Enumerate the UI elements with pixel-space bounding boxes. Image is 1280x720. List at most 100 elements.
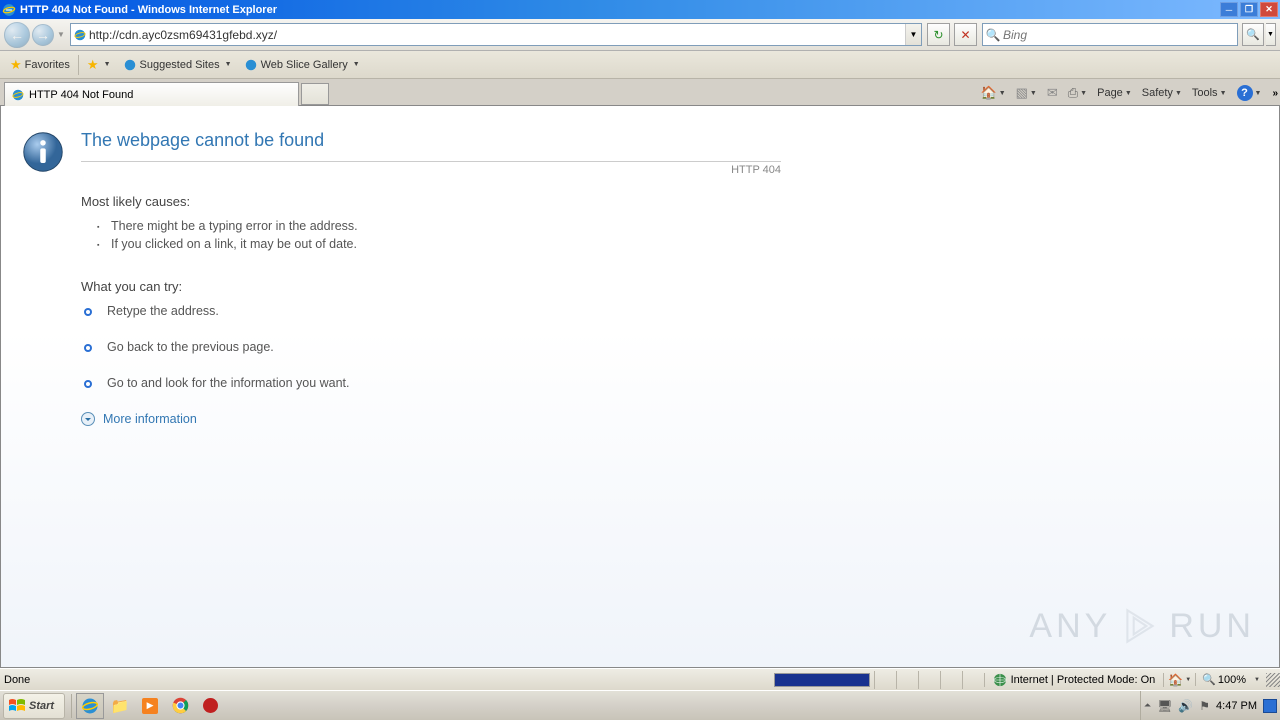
taskbar-app-button[interactable] [196, 693, 224, 719]
page-label: Page [1097, 87, 1123, 99]
address-input[interactable] [89, 28, 905, 42]
error-code: HTTP 404 [81, 164, 781, 176]
start-label: Start [29, 700, 54, 712]
chevron-down-icon: ▼ [353, 61, 360, 68]
play-icon [1119, 605, 1161, 647]
safety-label: Safety [1142, 87, 1173, 99]
star-add-icon: ★ [87, 57, 99, 73]
address-dropdown[interactable]: ▼ [905, 24, 921, 45]
tray-expand-icon[interactable]: ⏶ [1144, 700, 1151, 711]
ie-page-icon [244, 58, 258, 72]
ie-page-icon [123, 58, 137, 72]
bullet-icon [83, 379, 93, 389]
print-button[interactable]: ⎙▼ [1065, 83, 1090, 103]
clock[interactable]: 4:47 PM [1216, 700, 1257, 712]
watermark: ANY RUN [1029, 605, 1255, 647]
window-title: HTTP 404 Not Found - Windows Internet Ex… [20, 4, 1220, 16]
page-content: The webpage cannot be found HTTP 404 Mos… [0, 106, 1280, 668]
volume-icon[interactable]: 🔊 [1178, 699, 1193, 713]
resize-grip[interactable] [1266, 673, 1280, 687]
flag-icon[interactable]: ⚑ [1199, 699, 1210, 713]
more-information-toggle[interactable]: More information [81, 412, 781, 426]
mail-button[interactable]: ✉ [1044, 83, 1061, 103]
status-pane [940, 671, 962, 689]
separator [78, 55, 79, 75]
try-heading: What you can try: [81, 279, 781, 294]
feeds-button[interactable]: ▧▼ [1013, 83, 1040, 103]
nav-history-dropdown[interactable]: ▼ [56, 30, 66, 39]
favorites-bar: ★ Favorites ★ ▼ Suggested Sites ▼ Web Sl… [0, 51, 1280, 79]
protected-mode-icon[interactable]: 🏠▼ [1163, 673, 1195, 687]
windows-logo-icon [8, 698, 26, 714]
security-zone[interactable]: Internet | Protected Mode: On [984, 673, 1164, 687]
command-bar: 🏠▼ ▧▼ ✉ ⎙▼ Page▼ Safety▼ Tools▼ ?▼ » [978, 81, 1279, 105]
maximize-button[interactable]: ❐ [1240, 2, 1258, 17]
forward-button[interactable]: → [32, 24, 54, 46]
media-icon: ▶ [142, 698, 158, 714]
network-icon[interactable]: 🖥 [1157, 699, 1172, 713]
suggested-sites-link[interactable]: Suggested Sites ▼ [117, 56, 238, 74]
add-favorites-button[interactable]: ★ ▼ [81, 55, 117, 75]
refresh-button[interactable]: ↻ [927, 23, 950, 46]
stop-button[interactable]: ✕ [954, 23, 977, 46]
action-item: Go back to the previous page. [83, 340, 781, 354]
more-information-label: More information [103, 412, 197, 426]
cause-item: There might be a typing error in the add… [111, 219, 781, 233]
status-pane [896, 671, 918, 689]
app-icon [203, 698, 218, 713]
tools-menu[interactable]: Tools▼ [1189, 85, 1230, 101]
search-input[interactable] [1003, 28, 1237, 42]
close-button[interactable]: ✕ [1260, 2, 1278, 17]
action-item: Go to and look for the information you w… [83, 376, 781, 390]
watermark-text: RUN [1169, 607, 1255, 646]
overflow-button[interactable]: » [1272, 88, 1278, 99]
taskbar-media-button[interactable]: ▶ [136, 693, 164, 719]
print-icon: ⎙ [1068, 85, 1078, 101]
web-slice-link[interactable]: Web Slice Gallery ▼ [238, 56, 366, 74]
start-button[interactable]: Start [3, 693, 65, 719]
info-icon [21, 130, 65, 174]
show-desktop-button[interactable] [1263, 699, 1277, 713]
web-slice-label: Web Slice Gallery [261, 59, 348, 71]
search-provider-icon: 🔍 [983, 28, 1003, 42]
browser-tab[interactable]: HTTP 404 Not Found [4, 82, 299, 106]
cause-item: If you clicked on a link, it may be out … [111, 237, 781, 251]
safety-menu[interactable]: Safety▼ [1139, 85, 1185, 101]
zoom-value: 100% [1218, 674, 1246, 686]
back-button[interactable]: ← [4, 22, 30, 48]
new-tab-button[interactable] [301, 83, 329, 105]
taskbar-chrome-button[interactable] [166, 693, 194, 719]
rss-icon: ▧ [1016, 85, 1028, 101]
page-icon [71, 28, 89, 42]
minimize-button[interactable]: ─ [1220, 2, 1238, 17]
home-button[interactable]: 🏠▼ [978, 83, 1009, 103]
action-text: Go back to the previous page. [107, 340, 274, 354]
help-button[interactable]: ?▼ [1234, 83, 1265, 103]
taskbar-explorer-button[interactable]: 📁 [106, 693, 134, 719]
page-menu[interactable]: Page▼ [1094, 85, 1135, 101]
zoom-control[interactable]: 🔍 100% ▼ [1195, 673, 1266, 686]
mail-icon: ✉ [1047, 85, 1058, 101]
search-button[interactable]: 🔍 [1242, 23, 1264, 46]
chevron-down-icon: ▼ [104, 61, 111, 68]
search-bar[interactable]: 🔍 [982, 23, 1238, 46]
tools-label: Tools [1192, 87, 1218, 99]
watermark-text: ANY [1029, 607, 1111, 646]
status-pane [874, 671, 896, 689]
search-dropdown[interactable]: ▼ [1266, 23, 1276, 46]
help-icon: ? [1237, 85, 1253, 101]
taskbar-ie-button[interactable] [76, 693, 104, 719]
taskbar: Start 📁 ▶ ⏶ 🖥 🔊 ⚑ 4:47 PM [0, 690, 1280, 720]
action-text: Retype the address. [107, 304, 219, 318]
home-icon: 🏠 [981, 85, 997, 101]
window-titlebar: HTTP 404 Not Found - Windows Internet Ex… [0, 0, 1280, 19]
address-bar[interactable]: ▼ [70, 23, 922, 46]
chevron-down-icon: ▼ [225, 61, 232, 68]
action-item: Retype the address. [83, 304, 781, 318]
favorites-button[interactable]: ★ Favorites [4, 55, 76, 75]
tab-favicon [11, 88, 25, 102]
chrome-icon [172, 697, 189, 714]
status-bar: Done Internet | Protected Mode: On 🏠▼ 🔍 … [0, 668, 1280, 690]
suggested-sites-label: Suggested Sites [140, 59, 220, 71]
star-icon: ★ [10, 57, 22, 73]
